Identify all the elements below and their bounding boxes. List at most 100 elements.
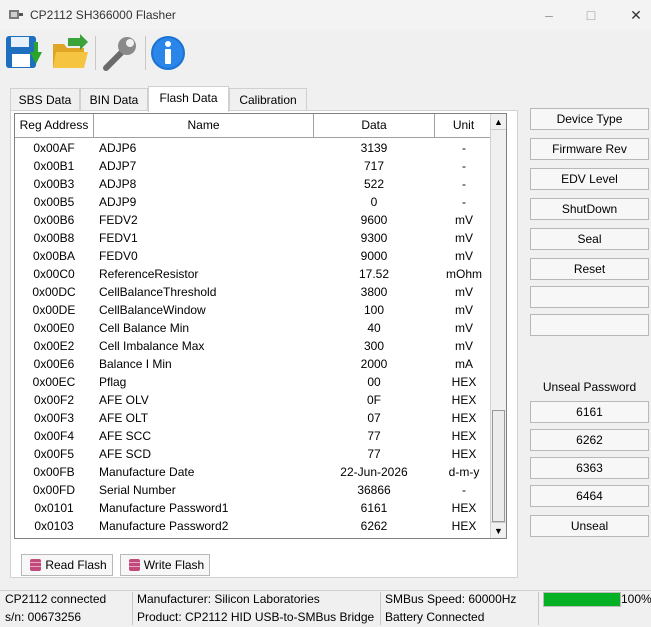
table-row[interactable]: 0x00B5 ADJP9 0 -: [15, 193, 493, 211]
data-cell[interactable]: 3800: [314, 283, 434, 301]
blank-field-2[interactable]: [530, 314, 649, 336]
table-row[interactable]: 0x00AF ADJP6 3139 -: [15, 139, 493, 157]
data-cell[interactable]: 0F: [314, 391, 434, 409]
tab-label: Flash Data: [159, 91, 218, 105]
close-icon[interactable]: ✕: [623, 4, 649, 26]
save-icon[interactable]: [4, 34, 44, 72]
data-cell[interactable]: 6262: [314, 517, 434, 535]
data-cell[interactable]: 717: [314, 157, 434, 175]
data-cell[interactable]: 100: [314, 301, 434, 319]
unseal-button[interactable]: Unseal: [530, 515, 649, 537]
table-row[interactable]: 0x00B3 ADJP8 522 -: [15, 175, 493, 193]
table-row[interactable]: 0x00EC Pflag 00 HEX: [15, 373, 493, 391]
column-header-name[interactable]: Name: [94, 114, 314, 138]
table-row[interactable]: 0x00DC CellBalanceThreshold 3800 mV: [15, 283, 493, 301]
table-row[interactable]: 0x0101 Manufacture Password1 6161 HEX: [15, 499, 493, 517]
table-row[interactable]: 0x00F2 AFE OLV 0F HEX: [15, 391, 493, 409]
open-folder-icon[interactable]: [50, 34, 90, 72]
data-cell[interactable]: 6161: [314, 499, 434, 517]
data-cell[interactable]: 22-Jun-2026: [314, 463, 434, 481]
name-cell: Cell Imbalance Max: [99, 339, 205, 353]
data-cell[interactable]: 9300: [314, 229, 434, 247]
toolbar: [0, 30, 651, 76]
edv-level-button[interactable]: EDV Level: [530, 168, 649, 190]
table-row[interactable]: 0x00B1 ADJP7 717 -: [15, 157, 493, 175]
table-row[interactable]: 0x00FB Manufacture Date 22-Jun-2026 d-m-y: [15, 463, 493, 481]
tab-sbs-data[interactable]: SBS Data: [10, 88, 80, 112]
blank-field-1[interactable]: [530, 286, 649, 308]
data-cell[interactable]: 9000: [314, 247, 434, 265]
table-row[interactable]: 0x00FD Serial Number 36866 -: [15, 481, 493, 499]
table-row[interactable]: 0x0103 Manufacture Password2 6262 HEX: [15, 517, 493, 535]
data-cell[interactable]: 300: [314, 337, 434, 355]
tab-label: Calibration: [239, 93, 297, 107]
table-row[interactable]: 0x00E6 Balance I Min 2000 mA: [15, 355, 493, 373]
table-row[interactable]: 0x00C0 ReferenceResistor 17.52 mOhm: [15, 265, 493, 283]
data-cell[interactable]: 2000: [314, 355, 434, 373]
data-cell[interactable]: 77: [314, 445, 434, 463]
table-row[interactable]: 0x00F4 AFE SCC 77 HEX: [15, 427, 493, 445]
write-flash-button[interactable]: Write Flash: [120, 554, 210, 576]
unseal-password-field-3[interactable]: 6363: [530, 457, 649, 479]
read-flash-button[interactable]: Read Flash: [21, 554, 113, 576]
write-flash-label: Write Flash: [143, 558, 205, 572]
table-row[interactable]: 0x00BA FEDV0 9000 mV: [15, 247, 493, 265]
data-cell[interactable]: 6363: [314, 535, 434, 538]
reset-button[interactable]: Reset: [530, 258, 649, 280]
device-type-button[interactable]: Device Type: [530, 108, 649, 130]
column-header-unit[interactable]: Unit: [435, 114, 493, 138]
data-cell[interactable]: 36866: [314, 481, 434, 499]
unseal-password-label: Unseal Password: [542, 380, 637, 394]
data-cell[interactable]: 3139: [314, 139, 434, 157]
unit-cell: HEX: [451, 411, 477, 425]
vertical-scrollbar[interactable]: ▲ ▼: [490, 114, 506, 538]
name-cell: Manufacture Password1: [99, 501, 229, 515]
maximize-icon[interactable]: □: [578, 4, 604, 26]
firmware-rev-button[interactable]: Firmware Rev: [530, 138, 649, 160]
tab-calibration[interactable]: Calibration: [229, 88, 307, 112]
name-cell: ADJP6: [99, 141, 137, 155]
minimize-icon[interactable]: –: [536, 4, 562, 26]
seal-button[interactable]: Seal: [530, 228, 649, 250]
table-row[interactable]: 0x00E0 Cell Balance Min 40 mV: [15, 319, 493, 337]
table-row[interactable]: 0x00E2 Cell Imbalance Max 300 mV: [15, 337, 493, 355]
scroll-thumb[interactable]: [492, 410, 505, 522]
name-cell: FEDV2: [99, 213, 138, 227]
table-row[interactable]: 0x00F5 AFE SCD 77 HEX: [15, 445, 493, 463]
data-cell[interactable]: 17.52: [314, 265, 434, 283]
column-header-data[interactable]: Data: [314, 114, 435, 138]
data-cell[interactable]: 9600: [314, 211, 434, 229]
name-cell: CellBalanceThreshold: [99, 285, 217, 299]
tab-label: SBS Data: [18, 93, 72, 107]
scroll-down-icon[interactable]: ▼: [491, 522, 506, 538]
scroll-up-icon[interactable]: ▲: [491, 114, 506, 130]
info-icon[interactable]: [148, 34, 188, 72]
table-row[interactable]: 0x00F3 AFE OLT 07 HEX: [15, 409, 493, 427]
data-cell[interactable]: 0: [314, 193, 434, 211]
unseal-password-field-2[interactable]: 6262: [530, 429, 649, 451]
data-cell[interactable]: 40: [314, 319, 434, 337]
table-row[interactable]: 0x00B8 FEDV1 9300 mV: [15, 229, 493, 247]
data-cell[interactable]: 522: [314, 175, 434, 193]
data-cell[interactable]: 07: [314, 409, 434, 427]
tab-flash-data[interactable]: Flash Data: [148, 86, 229, 112]
unseal-password-field-1[interactable]: 6161: [530, 401, 649, 423]
name-cell: AFE OLT: [99, 411, 149, 425]
column-header-reg-address[interactable]: Reg Address: [15, 114, 94, 138]
table-row[interactable]: 0x00B6 FEDV2 9600 mV: [15, 211, 493, 229]
data-cell[interactable]: 77: [314, 427, 434, 445]
name-cell: ReferenceResistor: [99, 267, 199, 281]
unit-cell: HEX: [451, 429, 477, 443]
data-cell[interactable]: 00: [314, 373, 434, 391]
progress-label: 100%: [621, 592, 651, 606]
unit-cell: -: [462, 483, 466, 497]
wrench-icon[interactable]: [100, 34, 140, 72]
shutdown-button[interactable]: ShutDown: [530, 198, 649, 220]
unseal-password-field-4[interactable]: 6464: [530, 485, 649, 507]
table-row[interactable]: 0x00DE CellBalanceWindow 100 mV: [15, 301, 493, 319]
tab-bin-data[interactable]: BIN Data: [80, 88, 148, 112]
toolbar-separator: [95, 36, 96, 70]
reg-address-cell: 0x00AF: [33, 141, 75, 155]
table-row[interactable]: 0x0105 Manufacture Password3 6363HEX: [15, 535, 493, 538]
read-flash-label: Read Flash: [45, 558, 107, 572]
